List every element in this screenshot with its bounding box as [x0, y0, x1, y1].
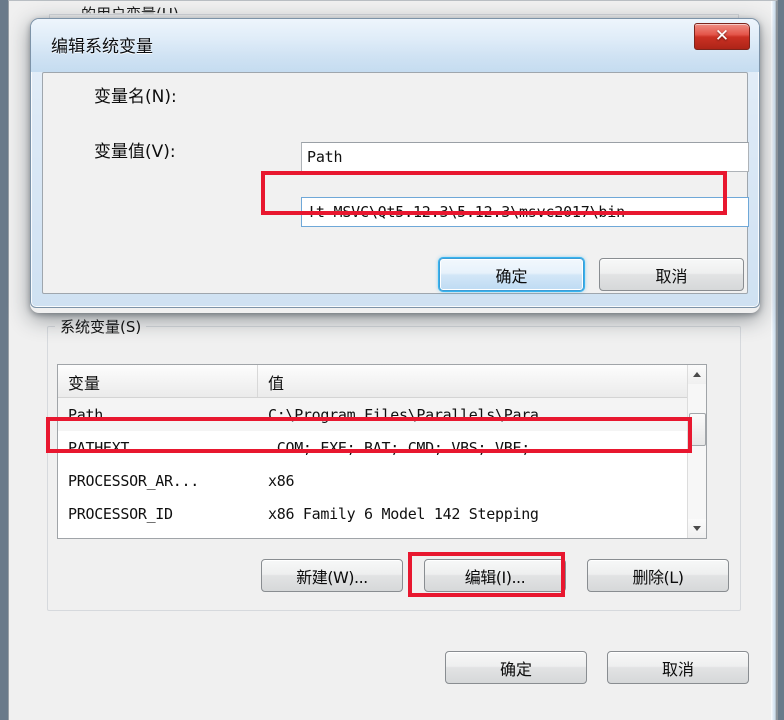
- variable-value-label: 变量值(V):: [94, 142, 176, 162]
- dialog-ok-button[interactable]: 确定: [439, 258, 584, 291]
- chevron-up-icon: [693, 372, 701, 377]
- dialog-cancel-button[interactable]: 取消: [599, 258, 744, 291]
- table-row[interactable]: PROCESSOR_ID x86 Family 6 Model 142 Step…: [58, 497, 706, 530]
- dialog-title: 编辑系统变量: [51, 37, 153, 57]
- scrollbar-thumb[interactable]: [689, 413, 706, 446]
- variable-name-input[interactable]: Path: [301, 142, 749, 172]
- window-frame-edge: [771, 1, 776, 720]
- cell-variable: Path: [68, 405, 103, 424]
- delete-variable-button[interactable]: 删除(L): [587, 559, 729, 592]
- new-variable-button[interactable]: 新建(W)...: [261, 559, 403, 592]
- table-row[interactable]: PATHEXT .COM;.EXE;.BAT;.CMD;.VBS;.VBE;..…: [58, 431, 706, 464]
- cell-value: .COM;.EXE;.BAT;.CMD;.VBS;.VBE;....: [268, 438, 565, 457]
- close-icon: ✕: [714, 26, 730, 46]
- chevron-down-icon: [693, 526, 701, 531]
- column-header-value[interactable]: 值: [258, 365, 706, 397]
- window-ok-button[interactable]: 确定: [445, 651, 587, 684]
- dialog-titlebar[interactable]: 编辑系统变量 ✕: [31, 19, 759, 72]
- column-header-variable[interactable]: 变量: [58, 365, 258, 397]
- close-button[interactable]: ✕: [694, 23, 750, 50]
- scroll-down-button[interactable]: [688, 519, 706, 538]
- list-scrollbar[interactable]: [687, 365, 706, 538]
- edit-variable-button[interactable]: 编辑(I)...: [424, 559, 566, 592]
- list-header: 变量 值: [58, 365, 706, 398]
- cell-variable: PROCESSOR_ID: [68, 504, 173, 523]
- cell-variable: PATHEXT: [68, 438, 130, 457]
- cell-value: C:\Program Files\Parallels\Para...: [268, 405, 565, 424]
- window-cancel-button[interactable]: 取消: [607, 651, 749, 684]
- table-row[interactable]: Path C:\Program Files\Parallels\Para...: [58, 398, 706, 431]
- cell-value: x86: [268, 471, 295, 490]
- cell-value: x86 Family 6 Model 142 Stepping: [268, 504, 539, 523]
- cell-variable: PROCESSOR_AR...: [68, 471, 199, 490]
- scroll-up-button[interactable]: [688, 365, 706, 384]
- variable-name-label: 变量名(N):: [94, 87, 177, 107]
- table-row[interactable]: PROCESSOR_AR... x86: [58, 464, 706, 497]
- system-variables-group-label: 系统变量(S): [55, 316, 147, 337]
- variable-value-input[interactable]: !t-MSVC\Qt5.12.3\5.12.3\msvc2017\bin: [301, 197, 749, 227]
- edit-system-variable-dialog: 编辑系统变量 ✕ 变量名(N): Path 变量值(V): !t-MSVC\Qt…: [30, 18, 760, 308]
- system-variables-list[interactable]: 变量 值 Path C:\Program Files\Parallels\Par…: [57, 364, 707, 539]
